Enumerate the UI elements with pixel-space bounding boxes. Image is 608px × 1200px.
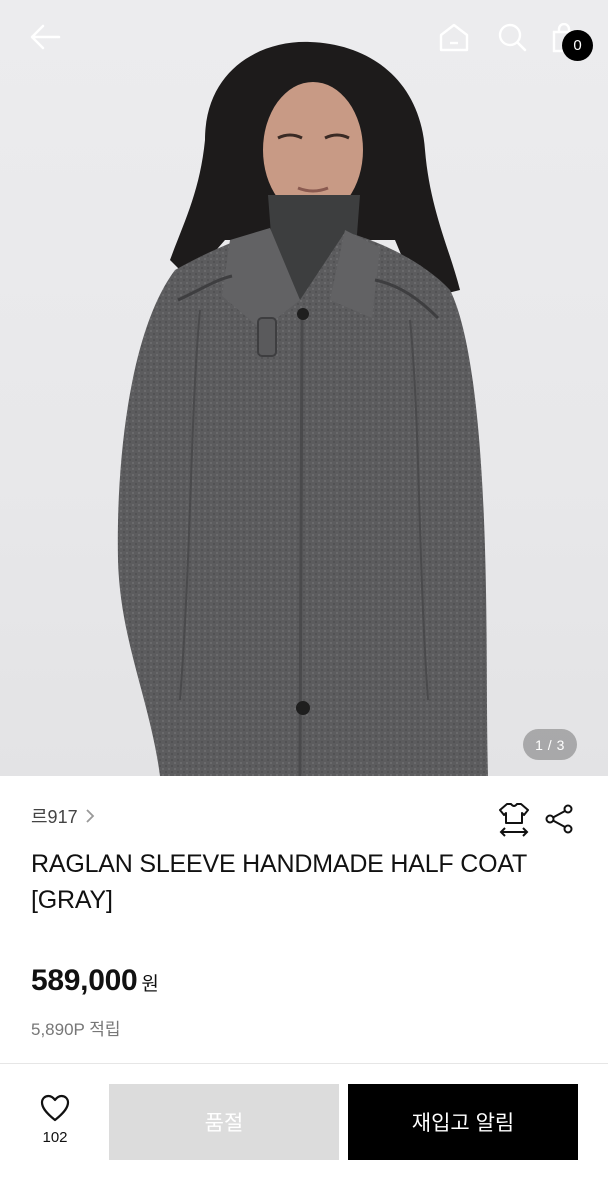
heart-icon [40, 1094, 70, 1122]
image-counter: 1 / 3 [523, 729, 577, 760]
price-row: 589,000 원 [31, 964, 159, 998]
brand-name: 르917 [31, 807, 78, 827]
soldout-button[interactable]: 품절 [109, 1084, 339, 1160]
like-button[interactable]: 102 [30, 1094, 80, 1154]
size-guide-icon[interactable] [498, 801, 530, 837]
product-photo [117, 41, 488, 776]
back-button[interactable] [24, 18, 66, 56]
share-icon[interactable] [544, 804, 574, 834]
search-icon [498, 23, 527, 52]
product-image-gallery[interactable]: 0 1 / 3 [0, 0, 608, 776]
home-icon [439, 23, 469, 52]
reward-points: 5,890P 적립 [31, 1020, 121, 1039]
divider [0, 1063, 608, 1064]
home-button[interactable] [434, 18, 474, 56]
brand-link[interactable]: 르917 [31, 803, 96, 829]
search-button[interactable] [492, 18, 532, 56]
cart-count-badge: 0 [562, 30, 593, 61]
like-count: 102 [42, 1129, 68, 1146]
chevron-right-icon [85, 809, 94, 823]
currency-label: 원 [141, 974, 159, 995]
product-price: 589,000 [31, 964, 138, 997]
product-title: RAGLAN SLEEVE HANDMADE HALF COAT [GRAY] [31, 850, 527, 914]
back-arrow-icon [30, 24, 61, 50]
top-navigation-bar: 0 [0, 0, 608, 76]
restock-alert-button[interactable]: 재입고 알림 [348, 1084, 578, 1160]
